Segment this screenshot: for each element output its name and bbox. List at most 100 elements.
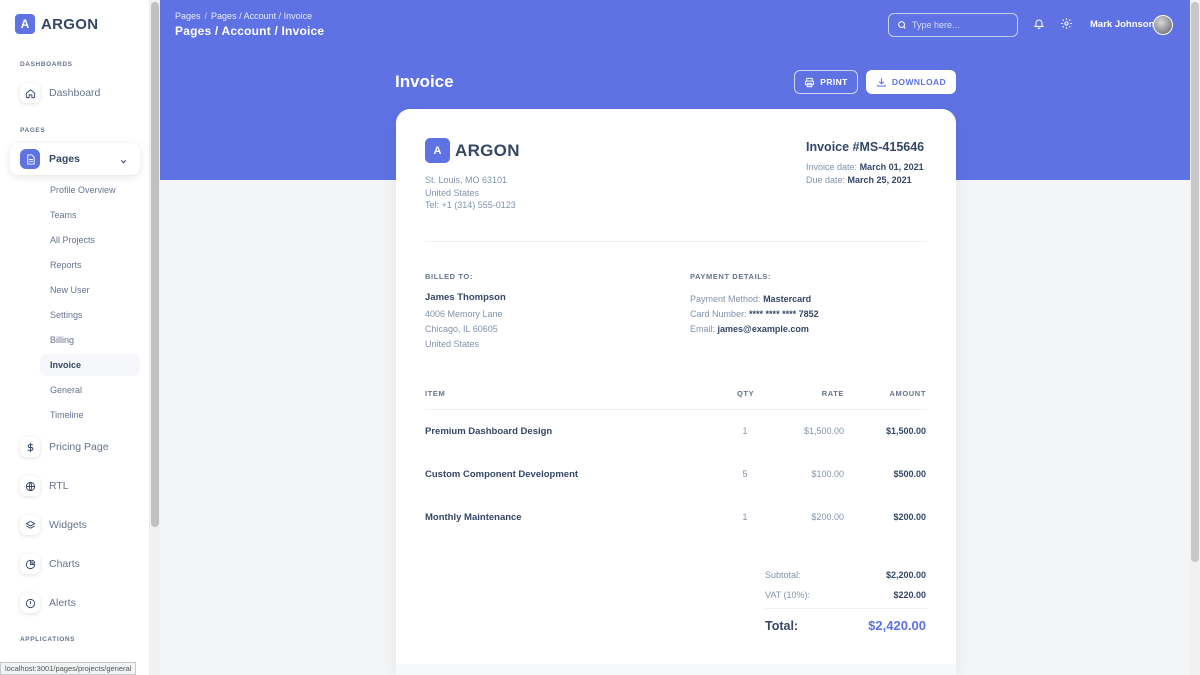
address-line: United States xyxy=(425,187,480,198)
pie-chart-icon xyxy=(20,554,40,574)
address-line: St. Louis, MO 63101 xyxy=(425,175,508,185)
layers-icon xyxy=(20,515,40,535)
sidebar-subitem-profile-overview[interactable]: Profile Overview xyxy=(40,179,140,201)
line-item-amount: $1,500.00 xyxy=(885,426,926,436)
sidebar-item-alerts[interactable]: Alerts xyxy=(10,588,140,618)
print-label: PRINT xyxy=(820,77,848,87)
sidebar-item-label: Charts xyxy=(49,558,80,570)
home-icon xyxy=(20,83,40,103)
sidebar-subitem-new-user[interactable]: New User xyxy=(40,279,140,301)
sidebar-item-charts[interactable]: Charts xyxy=(10,549,140,579)
table-header-divider xyxy=(425,409,927,410)
sidebar: A ARGON DASHBOARDS Dashboard PAGES Pages… xyxy=(0,0,150,675)
card-number: **** **** **** 7852 xyxy=(749,309,819,319)
line-item-rate: $200.00 xyxy=(811,512,844,522)
invoice-number: Invoice #MS-415646 xyxy=(806,140,925,154)
gear-icon[interactable] xyxy=(1060,17,1073,35)
line-item-amount: $500.00 xyxy=(893,469,926,479)
sidebar-subitem-all-projects[interactable]: All Projects xyxy=(40,229,140,251)
sidebar-scrollbar[interactable] xyxy=(150,0,160,675)
invoice-page-title: Invoice xyxy=(395,72,454,91)
billed-address-line: Chicago, IL 60605 xyxy=(425,324,498,334)
sidebar-item-widgets[interactable]: Widgets xyxy=(10,510,140,540)
chevron-down-icon xyxy=(119,153,128,171)
sidebar-subitem-timeline[interactable]: Timeline xyxy=(40,404,140,426)
company-address: St. Louis, MO 63101 United States Tel: +… xyxy=(425,174,516,212)
avatar[interactable] xyxy=(1153,15,1173,35)
download-icon xyxy=(877,77,886,87)
line-item-amount: $200.00 xyxy=(893,512,926,522)
print-button[interactable]: PRINT xyxy=(794,70,858,94)
billed-to-label: BILLED TO: xyxy=(425,272,473,281)
sidebar-subitem-invoice[interactable]: Invoice xyxy=(40,354,140,376)
line-item-qty: 5 xyxy=(742,469,748,479)
due-date: March 25, 2021 xyxy=(847,175,912,185)
download-label: DOWNLOAD xyxy=(891,77,947,87)
total-value: $2,420.00 xyxy=(868,618,926,633)
card-number-label: Card Number: xyxy=(690,309,747,319)
sidebar-item-label: Widgets xyxy=(49,519,87,531)
page-title: Pages / Account / Invoice xyxy=(175,24,325,38)
line-item-rate: $100.00 xyxy=(811,469,844,479)
globe-icon xyxy=(20,476,40,496)
column-header-item: ITEM xyxy=(425,389,446,398)
line-item-name: Custom Component Development xyxy=(425,469,579,480)
sidebar-item-pages[interactable]: Pages xyxy=(10,143,140,175)
alert-icon xyxy=(20,593,40,613)
sidebar-subitem-reports[interactable]: Reports xyxy=(40,254,140,276)
sidebar-item-label: RTL xyxy=(49,480,69,492)
billed-address: 4006 Memory Lane Chicago, IL 60605 Unite… xyxy=(425,307,503,352)
sidebar-brand[interactable]: A ARGON xyxy=(15,14,98,34)
invoice-dates: Invoice date: March 01, 2021 Due date: M… xyxy=(806,161,924,187)
billed-address-line: United States xyxy=(425,339,480,349)
page-scrollbar-thumb[interactable] xyxy=(1191,2,1199,562)
sidebar-item-rtl[interactable]: RTL xyxy=(10,471,140,501)
sidebar-scrollbar-thumb[interactable] xyxy=(151,2,159,527)
breadcrumb-separator: / xyxy=(204,11,208,21)
sidebar-item-pricing-page[interactable]: Pricing Page xyxy=(10,432,140,462)
printer-icon xyxy=(805,77,815,87)
bell-icon[interactable] xyxy=(1033,17,1045,35)
payment-details-label: PAYMENT DETAILS: xyxy=(690,272,772,281)
divider xyxy=(425,241,927,242)
payment-email: james@example.com xyxy=(717,324,809,334)
sidebar-item-dashboard[interactable]: Dashboard xyxy=(10,78,140,108)
brand-name: ARGON xyxy=(41,15,99,33)
search-input[interactable] xyxy=(912,20,1012,30)
sidebar-subitem-billing[interactable]: Billing xyxy=(40,329,140,351)
totals-divider xyxy=(765,608,927,609)
download-button[interactable]: DOWNLOAD xyxy=(866,70,956,94)
sidebar-subitem-general[interactable]: General xyxy=(40,379,140,401)
section-title-pages: PAGES xyxy=(20,127,46,134)
subtotal-value: $2,200.00 xyxy=(885,570,926,580)
document-icon xyxy=(20,149,40,169)
breadcrumb-root[interactable]: Pages xyxy=(175,11,201,21)
status-url: localhost:3001/pages/projects/general xyxy=(0,662,137,675)
payment-method-label: Payment Method: xyxy=(690,294,761,304)
address-line: Tel: +1 (314) 555-0123 xyxy=(425,200,516,210)
email-label: Email: xyxy=(690,324,716,334)
payment-details: Payment Method: Mastercard Card Number: … xyxy=(690,292,819,337)
sidebar-subitem-settings[interactable]: Settings xyxy=(40,304,140,326)
billed-name: James Thompson xyxy=(425,292,506,303)
sidebar-item-label: Alerts xyxy=(49,597,76,609)
search-box[interactable] xyxy=(888,13,1018,37)
user-name[interactable]: Mark Johnson xyxy=(1090,19,1154,30)
column-header-qty: QTY xyxy=(737,389,755,398)
sidebar-item-label: Pages xyxy=(49,153,80,165)
subtotal-label: Subtotal: xyxy=(765,570,801,580)
line-item-rate: $1,500.00 xyxy=(803,426,844,436)
brand-logo: A xyxy=(15,14,35,34)
due-date-label: Due date: xyxy=(806,175,846,185)
column-header-amount: AMOUNT xyxy=(889,389,926,398)
search-icon xyxy=(897,20,907,30)
line-item-qty: 1 xyxy=(742,512,748,522)
section-title-dashboards: DASHBOARDS xyxy=(20,61,73,68)
sidebar-subitem-teams[interactable]: Teams xyxy=(40,204,140,226)
page-scrollbar[interactable] xyxy=(1190,0,1200,675)
invoice-date: March 01, 2021 xyxy=(859,162,924,172)
sidebar-item-label: Pricing Page xyxy=(49,441,109,453)
line-item-name: Monthly Maintenance xyxy=(425,512,522,523)
line-item-qty: 1 xyxy=(742,426,748,436)
column-header-rate: RATE xyxy=(821,389,844,398)
